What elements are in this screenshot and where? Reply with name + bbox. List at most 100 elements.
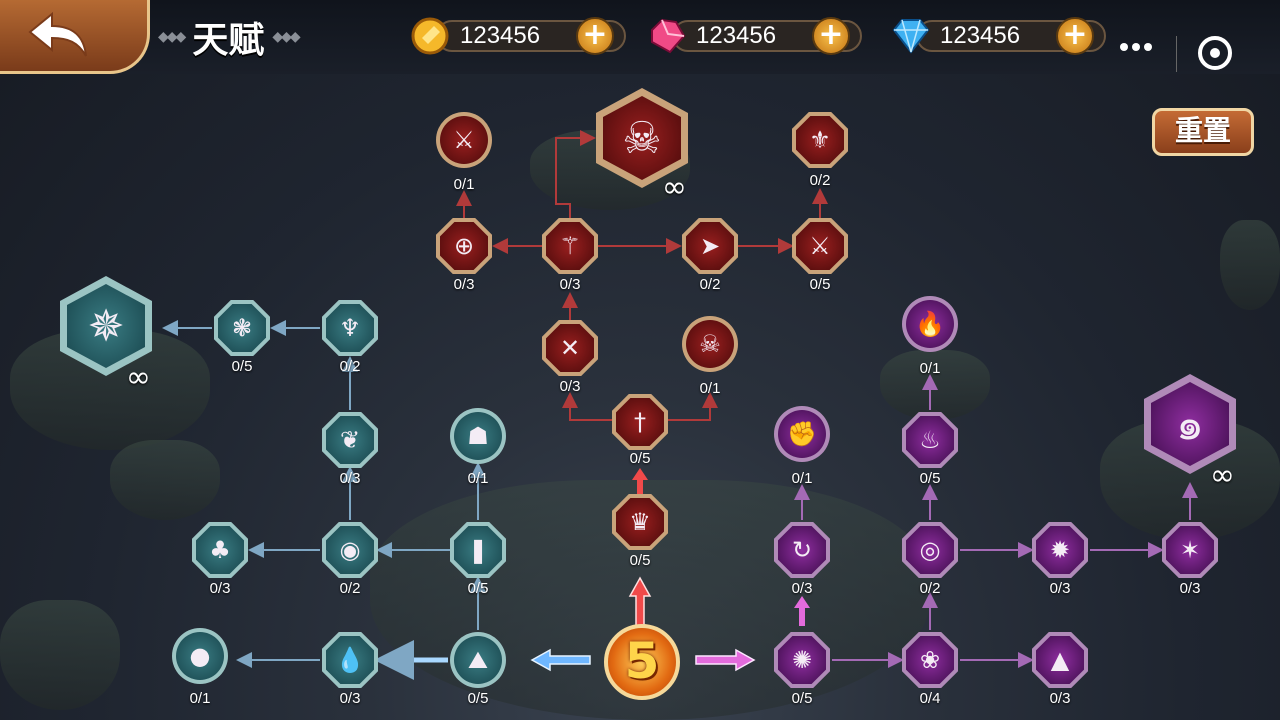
talent-level-label: 0/3 <box>339 690 361 707</box>
talent-node-fist[interactable]: ✊ <box>774 406 830 462</box>
fire-ring-icon: ◎ <box>919 536 941 564</box>
crystal-icon: ❚ <box>467 536 489 564</box>
crossed-blades-icon: ⚔ <box>809 232 831 260</box>
talent-node-poison[interactable]: ☠ <box>682 316 738 372</box>
infinity-label: ∞ <box>126 360 151 395</box>
talent-node-claw[interactable]: ⚚ <box>542 218 598 274</box>
clover-icon: ♣ <box>209 536 231 564</box>
talent-level-label: 0/5 <box>467 690 489 707</box>
talent-node-fleur[interactable]: ⚜ <box>792 112 848 168</box>
talent-level-label: 0/1 <box>467 470 489 487</box>
talent-node-sword[interactable]: † <box>612 394 668 450</box>
talent-level-label: 0/3 <box>791 580 813 597</box>
talent-level-label: 0/5 <box>629 552 651 569</box>
talent-node-drop[interactable]: 💧 <box>322 632 378 688</box>
talent-node-orb[interactable]: ● <box>172 628 228 684</box>
red-up-arrow-icon <box>632 468 648 494</box>
talent-node-swirl[interactable]: ✺ <box>774 632 830 688</box>
talent-level-label: 0/2 <box>809 172 831 189</box>
fleur-icon: ⚜ <box>809 126 831 154</box>
talent-node-crown[interactable]: ♛ <box>612 494 668 550</box>
water-drop-icon: 💧 <box>335 646 365 674</box>
talent-node-crossed[interactable]: ✕ <box>542 320 598 376</box>
talent-level-badge[interactable]: 5 <box>604 624 680 700</box>
sword-icon: † <box>634 408 646 436</box>
talent-level-label: 0/5 <box>629 450 651 467</box>
talent-node-flame[interactable]: ♨ <box>902 412 958 468</box>
claw-icon: ⚚ <box>559 232 581 260</box>
orb-icon: ● <box>189 642 211 670</box>
talent-level-label: 0/1 <box>919 360 941 377</box>
talent-level-label: 0/2 <box>699 276 721 293</box>
winged-mask-icon: ♆ <box>339 314 361 342</box>
hooded-figure-icon: ☗ <box>467 422 489 450</box>
talent-node-blades[interactable]: ⚔ <box>792 218 848 274</box>
teal-direction-arrow-icon <box>530 648 591 672</box>
lotus-icon: ❀ <box>919 646 941 674</box>
talent-level-number: 5 <box>624 632 660 690</box>
talent-node-big-flame[interactable]: 🔥 <box>902 296 958 352</box>
talent-level-label: 0/1 <box>791 470 813 487</box>
talent-node-lotus[interactable]: ❀ <box>902 632 958 688</box>
golem-icon: ⛰ <box>467 646 489 674</box>
talent-node-cycle[interactable]: ↻ <box>774 522 830 578</box>
flame-icon: ♨ <box>919 426 941 454</box>
talent-level-label: 0/3 <box>1049 580 1071 597</box>
cycle-icon: ↻ <box>791 536 813 564</box>
talent-node-crystal[interactable]: ❚ <box>450 522 506 578</box>
talent-node-eye[interactable]: ◉ <box>322 522 378 578</box>
talent-level-label: 0/1 <box>189 690 211 707</box>
talent-node-fire-ring[interactable]: ◎ <box>902 522 958 578</box>
dash-arrow-icon: ➤ <box>699 232 721 260</box>
purple-direction-arrow-icon <box>695 648 756 672</box>
red-direction-arrow-icon <box>628 576 652 629</box>
talent-node-mask[interactable]: ♆ <box>322 300 378 356</box>
poison-skull-icon: ☠ <box>699 330 721 358</box>
talent-node-wings[interactable]: ❃ <box>214 300 270 356</box>
talent-node-dragon[interactable]: ✶ <box>1162 522 1218 578</box>
vortex-icon: ✹ <box>1049 536 1071 564</box>
talent-level-label: 0/5 <box>231 358 253 375</box>
talent-node-target[interactable]: ⊕ <box>436 218 492 274</box>
talent-node-clover[interactable]: ♣ <box>192 522 248 578</box>
talent-level-label: 0/3 <box>559 276 581 293</box>
talent-level-label: 0/1 <box>699 380 721 397</box>
wings-icon: ❃ <box>231 314 253 342</box>
talent-level-label: 0/5 <box>791 690 813 707</box>
talent-level-label: 0/2 <box>919 580 941 597</box>
talent-level-label: 0/3 <box>1179 580 1201 597</box>
talent-node-vortex[interactable]: ✹ <box>1032 522 1088 578</box>
talent-level-label: 0/5 <box>809 276 831 293</box>
talent-level-label: 0/3 <box>209 580 231 597</box>
spirit-icon: ❦ <box>339 426 361 454</box>
crossed-swords-icon: ✕ <box>559 334 581 362</box>
talent-level-label: 0/2 <box>339 358 361 375</box>
spikes-icon: ⚔ <box>453 126 475 154</box>
talent-level-label: 0/5 <box>467 580 489 597</box>
talent-level-label: 0/1 <box>453 176 475 193</box>
talent-level-label: 0/2 <box>339 580 361 597</box>
talent-node-assassin[interactable]: ▲ <box>1032 632 1088 688</box>
talent-level-label: 0/4 <box>919 690 941 707</box>
purple-up-arrow-icon <box>794 596 810 626</box>
talent-node-hood[interactable]: ☗ <box>450 408 506 464</box>
dragon-icon: ✶ <box>1179 536 1201 564</box>
big-flame-icon: 🔥 <box>915 310 945 338</box>
talent-level-label: 0/5 <box>919 470 941 487</box>
talent-level-label: 0/3 <box>559 378 581 395</box>
infinity-label: ∞ <box>1210 458 1235 493</box>
fist-icon: ✊ <box>787 420 817 448</box>
talent-level-label: 0/3 <box>1049 690 1071 707</box>
crosshair-icon: ⊕ <box>453 232 475 260</box>
infinity-label: ∞ <box>662 170 687 205</box>
talent-node-dash[interactable]: ➤ <box>682 218 738 274</box>
eye-icon: ◉ <box>339 536 361 564</box>
talent-node-spikes[interactable]: ⚔ <box>436 112 492 168</box>
crown-icon: ♛ <box>629 508 651 536</box>
assassin-icon: ▲ <box>1050 646 1070 674</box>
talent-node-golem[interactable]: ⛰ <box>450 632 506 688</box>
talent-level-label: 0/3 <box>453 276 475 293</box>
swirl-icon: ✺ <box>791 646 813 674</box>
talent-level-label: 0/3 <box>339 470 361 487</box>
talent-node-spirit[interactable]: ❦ <box>322 412 378 468</box>
